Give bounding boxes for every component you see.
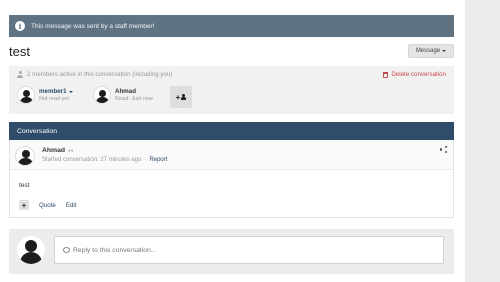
trash-icon <box>383 71 389 78</box>
member-meta: member1 Not read yet <box>39 88 73 102</box>
member-card[interactable]: Ahmad Read: Just now <box>93 86 153 104</box>
message-header: Ahmad ●● Started conversation: 27 minute… <box>10 140 453 170</box>
member-status: Read: Just now <box>115 96 153 102</box>
plus-glyph: + <box>175 92 181 102</box>
participants-panel: 2 members active in this conversation (i… <box>9 66 454 114</box>
avatar <box>93 86 111 104</box>
member-meta: Ahmad Read: Just now <box>115 88 153 102</box>
caret-down-icon <box>442 50 447 52</box>
message-menu-label: Message <box>415 48 441 54</box>
message-actions: + Quote Edit <box>19 200 77 210</box>
conversation-section-header: Conversation <box>9 122 454 140</box>
report-link[interactable]: Report <box>149 157 167 163</box>
member-name-link[interactable]: member1 <box>39 88 73 95</box>
member-card[interactable]: member1 Not read yet <box>17 86 73 104</box>
comment-icon <box>63 247 70 253</box>
reply-input[interactable]: Reply to this conversation... <box>54 236 444 264</box>
message-body: test <box>19 182 30 189</box>
message-author[interactable]: Ahmad ●● <box>42 147 73 154</box>
delete-conversation-label: Delete conversation <box>391 71 446 78</box>
message-menu-button[interactable]: Message <box>408 44 454 58</box>
message-card: Ahmad ●● Started conversation: 27 minute… <box>9 140 454 218</box>
reply-placeholder: Reply to this conversation... <box>73 246 157 254</box>
user-icon <box>17 71 23 78</box>
avatar <box>17 86 35 104</box>
meta-separator: · <box>144 157 147 163</box>
started-text: Started conversation: 27 minutes ago <box>42 157 142 163</box>
page-title: test <box>9 44 30 59</box>
info-icon: i <box>15 21 25 31</box>
delete-conversation-link[interactable]: Delete conversation <box>383 71 446 78</box>
add-user-icon <box>181 94 187 100</box>
share-icon[interactable] <box>440 146 447 153</box>
add-participant-button[interactable]: + <box>170 86 192 108</box>
avatar <box>17 236 45 264</box>
members-active: 2 members active in this conversation (i… <box>17 71 172 78</box>
author-name: Ahmad <box>42 147 66 154</box>
staff-banner: i This message was sent by a staff membe… <box>9 15 454 37</box>
member-name[interactable]: Ahmad <box>115 88 153 95</box>
message-meta: Started conversation: 27 minutes ago · R… <box>42 157 167 163</box>
quick-reply: Reply to this conversation... <box>9 229 454 274</box>
avatar[interactable] <box>15 146 35 166</box>
quote-link[interactable]: Quote <box>39 202 56 209</box>
members-active-text: 2 members active in this conversation (i… <box>27 71 173 78</box>
online-indicator: ●● <box>68 148 74 153</box>
edit-link[interactable]: Edit <box>66 202 77 209</box>
staff-banner-text: This message was sent by a staff member! <box>31 22 155 30</box>
member-name: member1 <box>39 88 67 95</box>
member-status: Not read yet <box>39 96 69 102</box>
page-gutter <box>465 0 500 282</box>
react-plus-button[interactable]: + <box>19 200 29 210</box>
caret-down-icon <box>68 90 73 93</box>
